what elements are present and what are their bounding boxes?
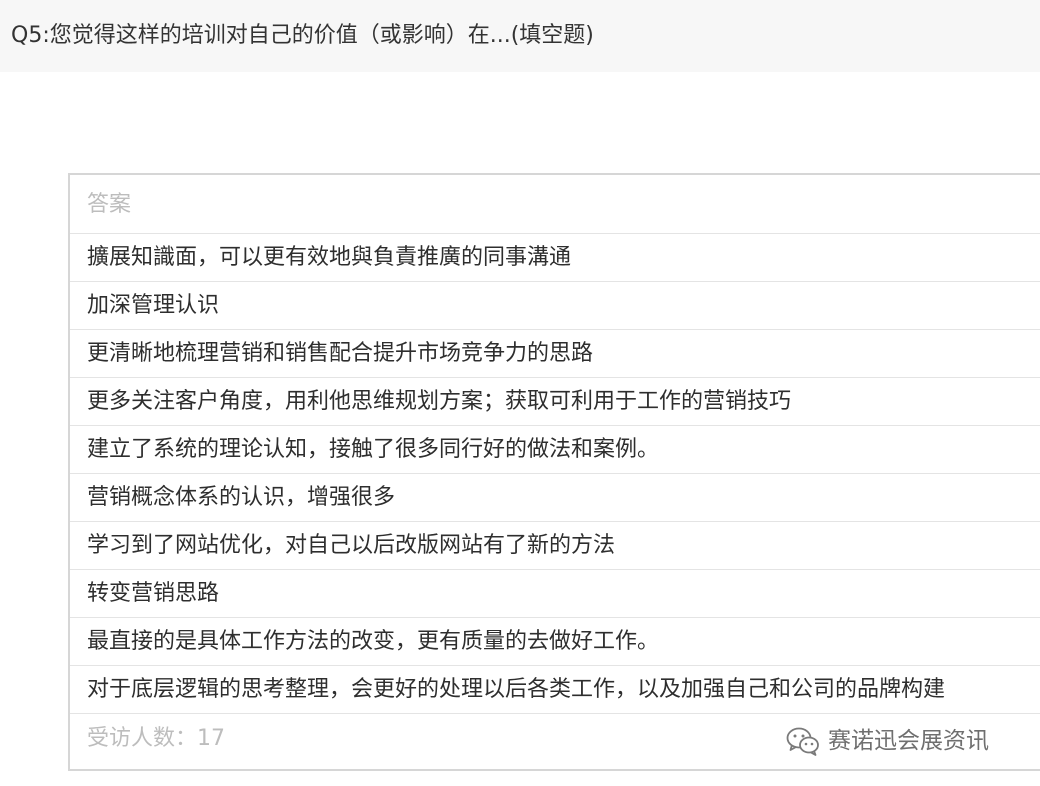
respondent-count: 受访人数：17 [87,726,225,751]
answer-row: 最直接的是具体工作方法的改变，更有质量的去做好工作。 [70,618,1040,666]
answer-row: 转变营销思路 [70,570,1040,618]
answer-row: 擴展知識面，可以更有效地與負責推廣的同事溝通 [70,234,1040,282]
answer-table: 答案 擴展知識面，可以更有效地與負責推廣的同事溝通 加深管理认识 更清晰地梳理营… [68,173,1040,771]
answer-row: 更多关注客户角度，用利他思维规划方案；获取可利用于工作的营销技巧 [70,378,1040,426]
answer-row: 建立了系统的理论认知，接触了很多同行好的做法和案例。 [70,426,1040,474]
answer-text: 加深管理认识 [87,293,220,318]
table-header: 答案 [70,175,1040,234]
question-title: Q5:您觉得这样的培训对自己的价值（或影响）在...(填空题) [11,23,594,48]
answer-text: 转变营销思路 [87,581,220,606]
answer-text: 更清晰地梳理营销和销售配合提升市场竞争力的思路 [87,341,594,366]
answer-row: 更清晰地梳理营销和销售配合提升市场竞争力的思路 [70,330,1040,378]
question-header: Q5:您觉得这样的培训对自己的价值（或影响）在...(填空题) [0,0,1040,72]
watermark: 赛诺迅会展资讯 [786,724,989,758]
answer-text: 建立了系统的理论认知，接触了很多同行好的做法和案例。 [87,437,660,462]
answer-text: 最直接的是具体工作方法的改变，更有质量的去做好工作。 [87,629,660,654]
answer-row: 加深管理认识 [70,282,1040,330]
answer-row: 对于底层逻辑的思考整理，会更好的处理以后各类工作，以及加强自己和公司的品牌构建 [70,666,1040,714]
answer-text: 学习到了网站优化，对自己以后改版网站有了新的方法 [87,533,616,558]
answer-text: 营销概念体系的认识，增强很多 [87,485,396,510]
answer-text: 更多关注客户角度，用利他思维规划方案；获取可利用于工作的营销技巧 [87,389,792,414]
answer-text: 擴展知識面，可以更有效地與負責推廣的同事溝通 [87,245,572,270]
answer-row: 学习到了网站优化，对自己以后改版网站有了新的方法 [70,522,1040,570]
watermark-text: 赛诺迅会展资讯 [828,728,989,754]
answer-row: 营销概念体系的认识，增强很多 [70,474,1040,522]
wechat-icon [786,727,819,756]
answer-text: 对于底层逻辑的思考整理，会更好的处理以后各类工作，以及加强自己和公司的品牌构建 [87,677,946,702]
table-header-label: 答案 [87,192,132,217]
